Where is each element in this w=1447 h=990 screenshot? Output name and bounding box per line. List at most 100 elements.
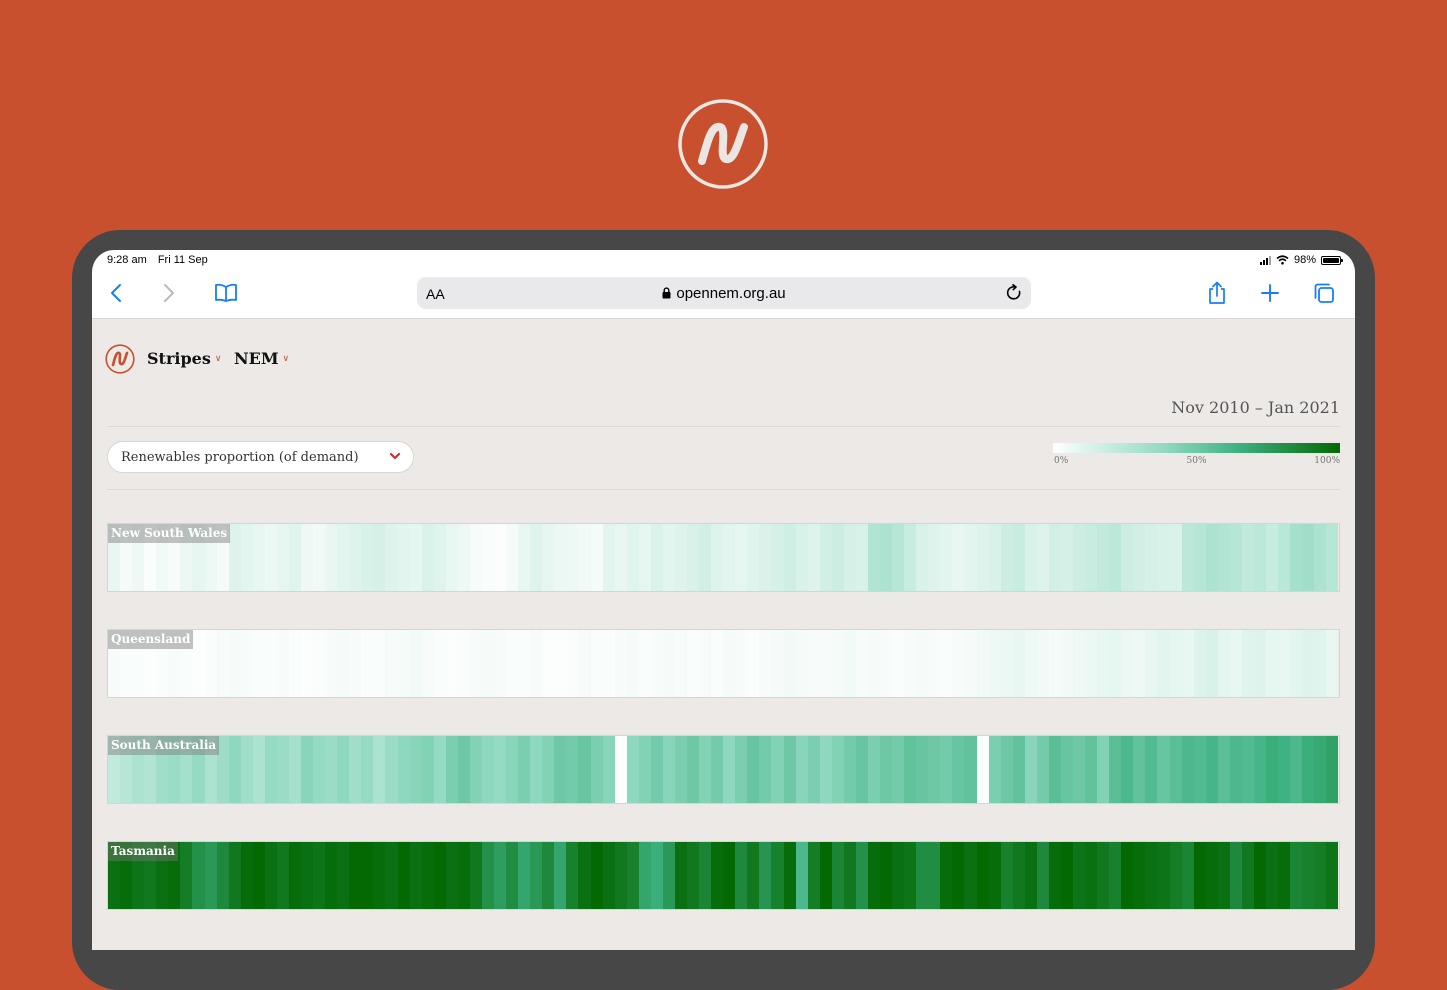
stripe-cell: [361, 736, 374, 803]
stripe-cell: [831, 842, 844, 909]
stripe-cell: [554, 524, 567, 591]
stripe-cell: [1157, 630, 1170, 697]
stripe-row: Queensland: [107, 629, 1340, 698]
date-range: Nov 2010 – Jan 2021: [1171, 398, 1340, 417]
stripe-cell: [1314, 736, 1327, 803]
stripe-cell: [638, 736, 651, 803]
stripe-cell: [795, 524, 808, 591]
stripe-cell: [1290, 524, 1303, 591]
stripe-cell: [1048, 736, 1061, 803]
stripe-cell: [1266, 736, 1279, 803]
view-selector[interactable]: Stripes ∨: [147, 349, 221, 368]
stripe-cell: [192, 842, 205, 909]
stripe-cell: [831, 736, 844, 803]
stripe-cell: [1217, 842, 1230, 909]
opennem-hero-logo: [678, 99, 768, 189]
chevron-down-icon: ∨: [214, 353, 222, 364]
stripe-cell: [771, 842, 784, 909]
reload-icon[interactable]: [1006, 284, 1023, 302]
stripe-cell: [988, 842, 1001, 909]
stripe-cell: [795, 842, 808, 909]
stripe-cell: [542, 842, 555, 909]
stripe-track: [108, 736, 1339, 803]
stripe-cell: [1000, 842, 1013, 909]
stripe-cell: [1133, 630, 1146, 697]
stripe-cell: [240, 842, 253, 909]
stripe-cell: [373, 736, 386, 803]
stripe-cell: [1097, 736, 1110, 803]
stripe-track: [108, 842, 1339, 909]
stripe-cell: [481, 842, 494, 909]
address-bar[interactable]: AA opennem.org.au: [417, 277, 1031, 309]
metric-select[interactable]: Renewables proportion (of demand): [107, 441, 414, 473]
stripe-cell: [674, 842, 687, 909]
stripe-cell: [337, 842, 350, 909]
stripe-cell: [1217, 630, 1230, 697]
stripe-cell: [1290, 736, 1303, 803]
stripe-cell: [288, 736, 301, 803]
stripe-cell: [1109, 842, 1122, 909]
stripe-cell: [843, 524, 856, 591]
stripe-cell: [542, 736, 555, 803]
forward-icon[interactable]: [156, 280, 182, 306]
stripe-cell: [819, 524, 832, 591]
stripe-cell: [1145, 736, 1158, 803]
stripe-cell: [457, 630, 470, 697]
bookmarks-icon[interactable]: [213, 280, 239, 306]
stripe-cell: [759, 736, 772, 803]
stripe-cell: [1169, 736, 1182, 803]
stripe-cell: [481, 524, 494, 591]
stripe-cell: [276, 630, 289, 697]
stripe-cell: [264, 630, 277, 697]
stripe-cell: [626, 842, 639, 909]
stripe-cell: [566, 842, 579, 909]
stripe-cell: [494, 524, 507, 591]
stripe-cell: [1278, 842, 1291, 909]
stripe-cell: [1181, 630, 1194, 697]
stripe-cell: [1241, 736, 1254, 803]
stripe-cell: [1302, 842, 1315, 909]
stripe-cell: [481, 630, 494, 697]
stripe-cell: [1193, 630, 1206, 697]
stripe-cell: [904, 630, 917, 697]
stripe-cell: [1121, 736, 1134, 803]
status-bar: 9:28 am Fri 11 Sep 98%: [92, 250, 1355, 272]
status-date: Fri 11 Sep: [157, 254, 208, 266]
stripe-cell: [397, 842, 410, 909]
new-tab-icon[interactable]: [1257, 280, 1283, 306]
stripe-cell: [1048, 524, 1061, 591]
stripe-cell: [264, 736, 277, 803]
stripe-cell: [1048, 842, 1061, 909]
stripe-cell: [469, 630, 482, 697]
stripe-cell: [819, 630, 832, 697]
tabs-icon[interactable]: [1311, 280, 1337, 306]
stripe-cell: [650, 842, 663, 909]
stripe-cell: [940, 842, 953, 909]
stripe-cell: [397, 524, 410, 591]
opennem-logo-icon[interactable]: [105, 344, 135, 374]
stripe-cell: [542, 524, 555, 591]
stripe-cell: [759, 524, 772, 591]
stripe-cell: [626, 736, 639, 803]
stripe-cell: [1193, 842, 1206, 909]
stripe-cell: [867, 736, 880, 803]
stripe-cell: [904, 524, 917, 591]
battery-percent: 98%: [1293, 254, 1316, 266]
share-icon[interactable]: [1204, 280, 1230, 306]
status-time: 9:28 am: [107, 254, 147, 266]
stripe-cell: [1205, 524, 1218, 591]
stripe-cell: [590, 736, 603, 803]
divider: [107, 489, 1340, 490]
stripe-cell: [952, 524, 965, 591]
stripe-cell: [445, 524, 458, 591]
stripe-row-label: South Australia: [108, 736, 220, 755]
region-selector[interactable]: NEM ∨: [234, 349, 289, 368]
back-icon[interactable]: [103, 280, 129, 306]
stripe-cell: [699, 524, 712, 591]
stripe-cell: [301, 630, 314, 697]
stripe-cell: [674, 630, 687, 697]
cellular-signal-icon: [1259, 255, 1271, 265]
browser-toolbar: AA opennem.org.au: [92, 272, 1355, 319]
stripe-cell: [747, 630, 760, 697]
stripe-cell: [807, 842, 820, 909]
